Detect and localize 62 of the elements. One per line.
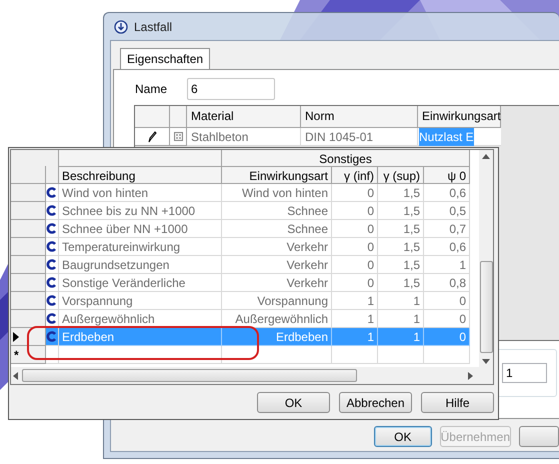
- table-cell: Erdbeben: [222, 328, 332, 346]
- table-cell: Verkehr: [222, 238, 332, 256]
- table-cell: 0,7: [424, 220, 470, 238]
- column-header[interactable]: Beschreibung: [59, 166, 222, 184]
- column-header[interactable]: γ (inf): [332, 166, 378, 184]
- table-cell: 0,6: [424, 184, 470, 202]
- table-cell: 1,5: [378, 220, 424, 238]
- table-cell: Wind von hinten: [59, 184, 222, 202]
- dialog-button[interactable]: OK: [374, 426, 432, 447]
- table-cell: 0: [332, 256, 378, 274]
- group-header: Sonstiges: [222, 150, 470, 166]
- window-title: Lastfall: [134, 18, 172, 36]
- name-field[interactable]: 6: [187, 78, 276, 100]
- table-cell: 1,5: [378, 202, 424, 220]
- table-cell: Stahlbeton: [187, 128, 301, 146]
- table-cell: Schnee: [222, 220, 332, 238]
- new-row-marker: *: [14, 348, 19, 362]
- dialog-button[interactable]: OK: [257, 392, 330, 413]
- column-header[interactable]: Norm: [301, 106, 418, 128]
- table-cell: 1: [424, 256, 470, 274]
- table-cell: Temperatureinwirkung: [59, 238, 222, 256]
- table-cell: Verkehr: [222, 274, 332, 292]
- column-header[interactable]: Material: [187, 106, 301, 128]
- table-cell: 1,5: [378, 256, 424, 274]
- table-cell: 0,5: [424, 202, 470, 220]
- dialog-button[interactable]: Hilfe: [421, 392, 494, 413]
- table-cell: 0: [424, 328, 470, 346]
- number-field[interactable]: 1: [502, 363, 547, 383]
- row-header[interactable]: *: [11, 346, 46, 364]
- table-cell: Baugrundsetzungen: [59, 256, 222, 274]
- table-cell: 1: [378, 328, 424, 346]
- table-cell: 1,5: [378, 238, 424, 256]
- table-cell: Erdbeben: [59, 328, 222, 346]
- column-header[interactable]: γ (sup): [378, 166, 424, 184]
- table-cell: 1: [378, 292, 424, 310]
- field-label: Name: [135, 81, 168, 98]
- table-cell: 0: [332, 184, 378, 202]
- table-cell: Wind von hinten: [222, 184, 332, 202]
- table-cell: Schnee: [222, 202, 332, 220]
- column-header[interactable]: ψ 0: [424, 166, 470, 184]
- dialog-button[interactable]: Abbrechen: [339, 392, 412, 413]
- table-cell: Schnee über NN +1000: [59, 220, 222, 238]
- table-cell: Sonstige Veränderliche: [59, 274, 222, 292]
- table-cell: Vorspannung: [222, 292, 332, 310]
- table-cell: 0,6: [424, 238, 470, 256]
- table-cell: DIN 1045-01: [301, 128, 418, 146]
- column-header[interactable]: Einwirkungsart: [222, 166, 332, 184]
- table-cell: Verkehr: [222, 256, 332, 274]
- tab[interactable]: Eigenschaften: [120, 48, 210, 69]
- table-cell: 0: [332, 202, 378, 220]
- table-cell: 1: [332, 292, 378, 310]
- table-cell: 1,5: [378, 184, 424, 202]
- table-cell: 1,5: [378, 274, 424, 292]
- table-cell: 0: [332, 274, 378, 292]
- table-cell: 0: [332, 220, 378, 238]
- table-cell: 1: [332, 328, 378, 346]
- table-cell: Vorspannung: [59, 292, 222, 310]
- table-cell: 0: [332, 238, 378, 256]
- table-cell: 0: [424, 292, 470, 310]
- column-header[interactable]: Einwirkungsart: [418, 106, 501, 128]
- table-cell: 0,8: [424, 274, 470, 292]
- table-cell: Schnee bis zu NN +1000: [59, 202, 222, 220]
